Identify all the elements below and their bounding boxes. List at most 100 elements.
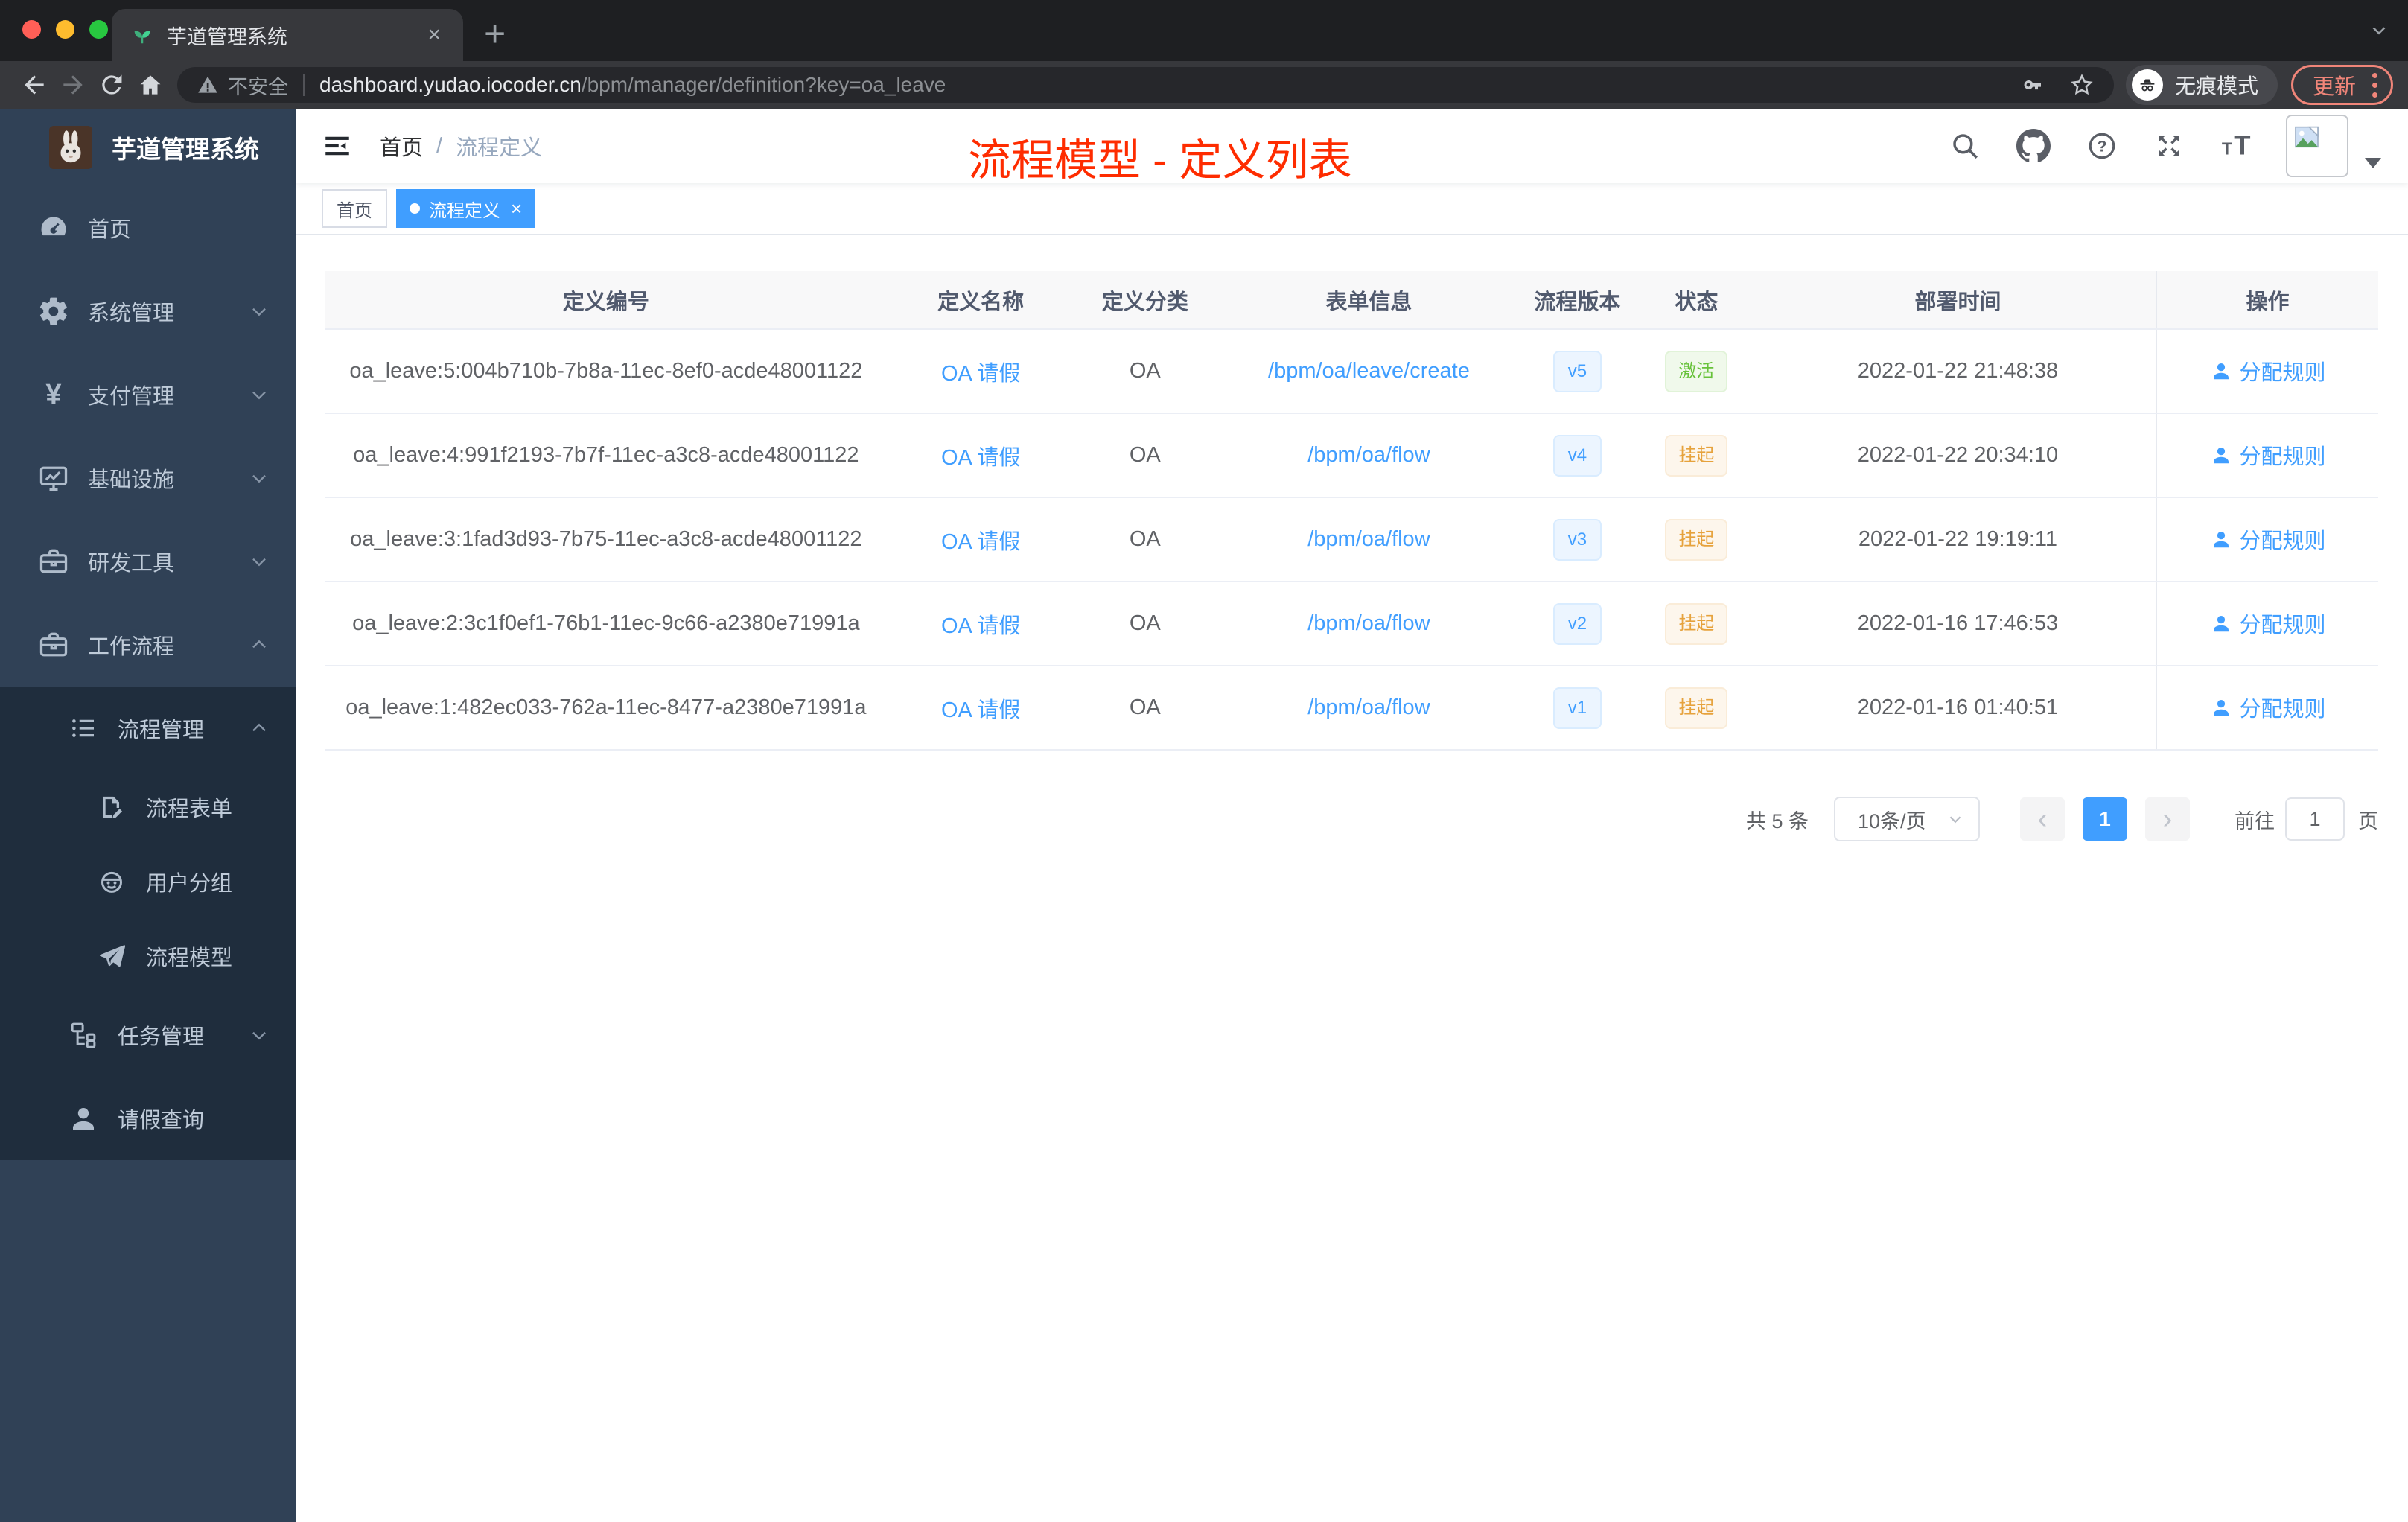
incognito-label: 无痕模式 (2174, 74, 2258, 98)
workflow-submenu: 流程管理 流程表单 用户分组 流程模型 任务管理 请假查询 (0, 687, 296, 1160)
font-size-icon[interactable]: TT (2220, 129, 2255, 163)
sidebar-item-label: 研发工具 (88, 552, 175, 576)
sidebar-item-system[interactable]: 系统管理 (0, 270, 296, 353)
fullscreen-icon[interactable] (2153, 130, 2185, 162)
key-icon[interactable] (2020, 73, 2044, 97)
incognito-icon (2131, 69, 2163, 101)
home-icon[interactable] (131, 66, 170, 104)
version-badge: v4 (1552, 434, 1602, 477)
definition-name-link[interactable]: OA 请假 (941, 530, 1020, 554)
tag-label: 首页 (337, 200, 372, 221)
breadcrumb-home[interactable]: 首页 (380, 130, 423, 162)
table-row: oa_leave:1:482ec033-762a-11ec-8477-a2380… (325, 666, 2378, 751)
page-size-value: 10条/页 (1858, 809, 1926, 832)
column-header: 定义编号 (325, 271, 888, 330)
window-controls (22, 20, 108, 39)
table-row: oa_leave:2:3c1f0ef1-76b1-11ec-9c66-a2380… (325, 582, 2378, 666)
sidebar-item-process-management[interactable]: 流程管理 (0, 687, 296, 770)
sidebar-item-label: 支付管理 (88, 385, 175, 409)
assign-rule-link[interactable]: 分配规则 (2210, 692, 2326, 723)
cell-category: OA (1074, 413, 1216, 498)
active-dot (410, 203, 420, 214)
sidebar-item-dev-tools[interactable]: 研发工具 (0, 520, 296, 603)
security-warning-icon[interactable] (197, 74, 219, 96)
sidebar-item-label: 系统管理 (88, 302, 175, 325)
url-bar[interactable]: 不安全 dashboard.yudao.iocoder.cn /bpm/mana… (177, 67, 2114, 103)
sidebar-item-home[interactable]: 首页 (0, 186, 296, 270)
kebab-menu-icon[interactable] (2372, 72, 2377, 98)
dashboard-icon (36, 210, 71, 246)
caret-down-icon[interactable] (2365, 158, 2381, 168)
forward-icon[interactable] (54, 66, 92, 104)
sidebar-item-label: 首页 (88, 218, 132, 242)
sidebar-item-label: 流程模型 (146, 946, 233, 970)
reload-icon[interactable] (92, 66, 131, 104)
window-close-button[interactable] (22, 20, 41, 39)
definition-name-link[interactable]: OA 请假 (941, 446, 1020, 470)
definition-name-link[interactable]: OA 请假 (941, 362, 1020, 386)
table-row: oa_leave:5:004b710b-7b8a-11ec-8ef0-acde4… (325, 329, 2378, 414)
hamburger-icon[interactable] (322, 130, 353, 162)
sidebar-item-task-management[interactable]: 任务管理 (0, 993, 296, 1077)
back-icon[interactable] (15, 66, 54, 104)
tag-home[interactable]: 首页 (322, 189, 387, 228)
form-link[interactable]: /bpm/oa/flow (1307, 443, 1430, 467)
page-unit-label: 页 (2358, 809, 2378, 832)
table-row: oa_leave:3:1fad3d93-7b75-11ec-a3c8-acde4… (325, 497, 2378, 582)
bookmark-star-icon[interactable] (2069, 72, 2095, 98)
definition-name-link[interactable]: OA 请假 (941, 698, 1020, 722)
form-icon (94, 789, 130, 825)
tag-process-definition[interactable]: 流程定义 × (396, 189, 536, 228)
tab-close-icon[interactable]: × (424, 24, 444, 46)
cell-category: OA (1074, 582, 1216, 666)
send-icon (94, 938, 130, 974)
window-zoom-button[interactable] (89, 20, 108, 39)
sidebar-item-user-group[interactable]: 用户分组 (0, 844, 296, 919)
new-tab-button[interactable]: + (484, 10, 506, 57)
form-link[interactable]: /bpm/oa/flow (1307, 527, 1430, 551)
next-page-button[interactable]: › (2145, 797, 2190, 841)
sidebar-item-process-model[interactable]: 流程模型 (0, 919, 296, 993)
github-icon[interactable] (2016, 129, 2051, 163)
sidebar-item-label: 任务管理 (118, 1025, 205, 1049)
sidebar-item-process-form[interactable]: 流程表单 (0, 770, 296, 844)
version-badge: v5 (1552, 350, 1602, 392)
page-size-select[interactable]: 10条/页 (1834, 797, 1980, 841)
avatar[interactable] (2286, 115, 2348, 177)
sidebar-item-leave-query[interactable]: 请假查询 (0, 1077, 296, 1160)
definition-name-link[interactable]: OA 请假 (941, 614, 1020, 638)
cell-deploy-time: 2022-01-22 19:19:11 (1759, 497, 2157, 582)
form-link[interactable]: /bpm/oa/flow (1307, 695, 1430, 719)
assign-rule-link[interactable]: 分配规则 (2210, 355, 2326, 386)
pagination: 共 5 条 10条/页 ‹ 1 › 前往 页 (325, 797, 2378, 841)
cell-category: OA (1074, 329, 1216, 414)
logo-avatar (49, 126, 92, 169)
list-icon (66, 710, 101, 746)
column-header: 定义分类 (1074, 271, 1216, 330)
goto-page-input[interactable] (2285, 797, 2345, 841)
sidebar-item-payment[interactable]: ¥ 支付管理 (0, 353, 296, 436)
cell-category: OA (1074, 497, 1216, 582)
form-link[interactable]: /bpm/oa/leave/create (1268, 359, 1470, 383)
assign-rule-link[interactable]: 分配规则 (2210, 608, 2326, 639)
browser-tab[interactable]: 芋道管理系统 × (112, 9, 463, 61)
tag-close-icon[interactable]: × (511, 199, 522, 218)
prev-page-button[interactable]: ‹ (2020, 797, 2065, 841)
form-link[interactable]: /bpm/oa/flow (1307, 611, 1430, 635)
current-page-button[interactable]: 1 (2083, 797, 2127, 841)
browser-update-menu[interactable]: 更新 (2290, 65, 2393, 105)
sidebar-item-label: 请假查询 (118, 1109, 205, 1133)
security-label[interactable]: 不安全 (228, 71, 288, 100)
sidebar-item-infrastructure[interactable]: 基础设施 (0, 436, 296, 520)
window-minimize-button[interactable] (56, 20, 74, 39)
update-label[interactable]: 更新 (2313, 69, 2356, 101)
help-icon[interactable]: ? (2086, 130, 2118, 162)
tab-search-chevron-icon[interactable] (2368, 19, 2390, 42)
search-icon[interactable] (1949, 130, 1981, 162)
app-logo[interactable]: 芋道管理系统 (0, 109, 296, 186)
assign-rule-link[interactable]: 分配规则 (2210, 523, 2326, 555)
cell-definition-id: oa_leave:1:482ec033-762a-11ec-8477-a2380… (325, 666, 888, 751)
sidebar-item-workflow[interactable]: 工作流程 (0, 603, 296, 687)
assign-rule-link[interactable]: 分配规则 (2210, 439, 2326, 471)
version-badge: v3 (1552, 518, 1602, 561)
